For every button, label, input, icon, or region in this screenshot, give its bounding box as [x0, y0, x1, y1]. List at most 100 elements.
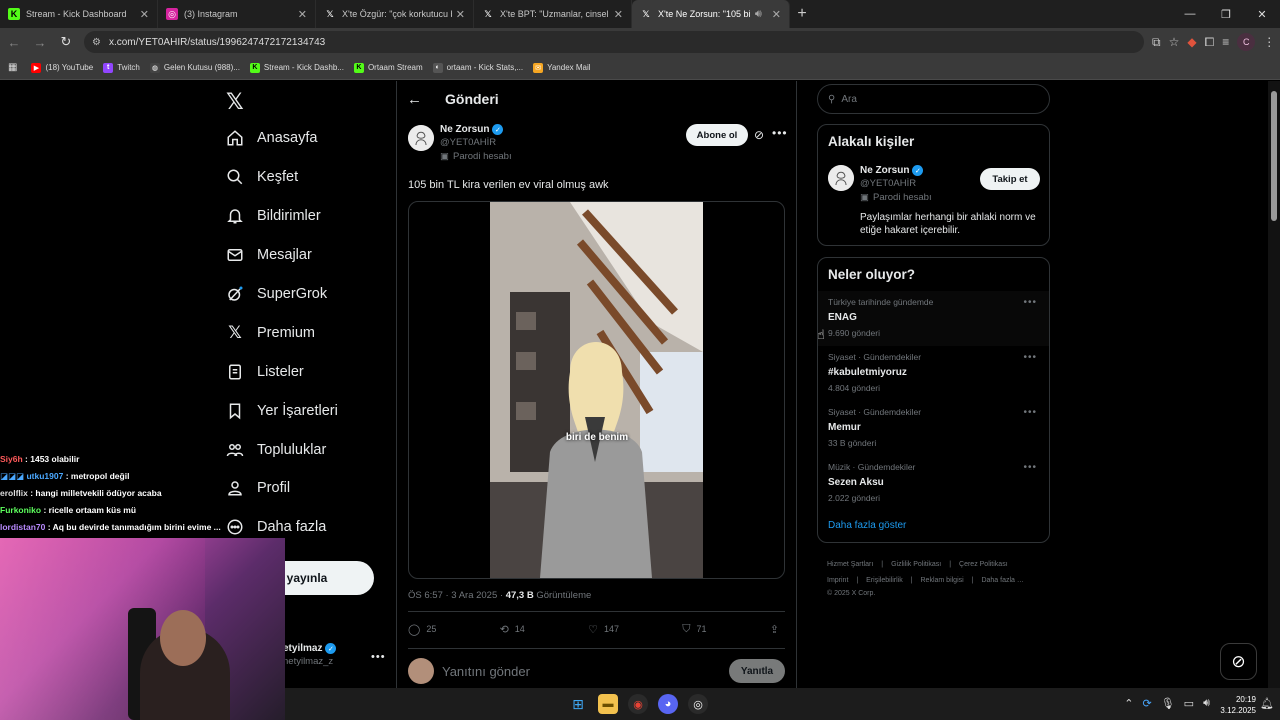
site-info-icon[interactable]: ⚙︎: [92, 37, 101, 48]
footer-link[interactable]: Çerez Politikası: [959, 561, 1008, 568]
media-control-icon[interactable]: ≡: [1222, 35, 1229, 49]
display-icon[interactable]: ▭: [1184, 697, 1194, 710]
trends-card: Neler oluyor? Türkiye tarihinde gündemde…: [817, 257, 1050, 543]
bookmark-button[interactable]: ⛉ 71: [682, 621, 706, 637]
related-name[interactable]: Ne Zorsun ✓: [860, 165, 932, 176]
nav-premium[interactable]: 𝕏 Premium: [222, 318, 315, 348]
avatar[interactable]: [828, 165, 854, 191]
more-icon[interactable]: •••: [772, 126, 788, 140]
avatar[interactable]: [408, 125, 434, 151]
close-icon[interactable]: ✕: [614, 8, 623, 21]
x-logo-icon[interactable]: 𝕏: [226, 89, 254, 117]
notification-bell-icon[interactable]: 🔔︎: [1260, 697, 1274, 710]
grok-icon[interactable]: ⊘: [754, 128, 764, 142]
bookmark-ortaam-stream[interactable]: K Ortaam Stream: [353, 62, 423, 73]
close-icon[interactable]: ✕: [298, 8, 307, 21]
like-button[interactable]: ♡ 147: [588, 621, 619, 637]
footer-link[interactable]: Hizmet Şartları: [827, 561, 873, 568]
bookmark-kick-stats[interactable]: ◐ ortaam - Kick Stats,...: [432, 62, 523, 73]
more-icon[interactable]: •••: [1023, 407, 1037, 418]
scrollbar[interactable]: [1268, 81, 1280, 688]
reply-submit-button[interactable]: Yanıtla: [729, 659, 785, 683]
share-button[interactable]: ⇪: [770, 621, 785, 637]
footer-link[interactable]: Daha fazla …: [981, 577, 1023, 584]
nav-home[interactable]: Anasayfa: [222, 123, 317, 153]
menu-icon[interactable]: ⋮: [1263, 35, 1275, 49]
nav-supergrok[interactable]: SuperGrok: [222, 279, 327, 309]
close-icon[interactable]: ✕: [772, 8, 781, 21]
forward-icon[interactable]: →: [28, 30, 52, 54]
nav-lists[interactable]: Listeler: [222, 357, 304, 387]
scrollbar-thumb[interactable]: [1271, 91, 1277, 221]
minimize-icon[interactable]: —: [1172, 0, 1208, 28]
extension-icon[interactable]: ◆: [1187, 35, 1196, 49]
subscribe-button[interactable]: Abone ol: [686, 124, 748, 146]
taskbar-clock[interactable]: 20:19 3.12.2025: [1220, 694, 1256, 716]
footer-link[interactable]: Gizlilik Politikası: [891, 561, 941, 568]
extensions-puzzle-icon[interactable]: ⧠: [1205, 35, 1215, 50]
reply-input[interactable]: Yanıtını gönder: [442, 664, 729, 679]
new-tab-button[interactable]: +: [790, 0, 814, 28]
search-input[interactable]: ⚲ Ara: [817, 84, 1050, 114]
tab-x-ozgur[interactable]: 𝕏 X'te Özgür: "çok korkutucu bö… ✕: [316, 0, 474, 28]
bookmark-kick-dashboard[interactable]: K Stream - Kick Dashb...: [249, 62, 344, 73]
bookmark-star-icon[interactable]: ☆: [1169, 35, 1180, 49]
close-window-icon[interactable]: ✕: [1244, 0, 1280, 28]
more-icon[interactable]: •••: [371, 651, 386, 663]
file-explorer-icon[interactable]: ▬: [598, 694, 618, 714]
windows-start-icon[interactable]: ⊞: [568, 694, 588, 714]
restore-icon[interactable]: ❐: [1208, 0, 1244, 28]
bookmark-youtube[interactable]: ▶ (18) YouTube: [31, 62, 93, 73]
close-icon[interactable]: ✕: [140, 8, 149, 21]
microphone-icon[interactable]: 🎙︎: [1161, 697, 1175, 710]
show-more-link[interactable]: Daha fazla göster: [828, 520, 906, 531]
post-author[interactable]: Ne Zorsun ✓ @YET0AHİR ▣ Parodi hesabı: [408, 124, 512, 162]
chevron-up-icon[interactable]: ⌃: [1124, 697, 1133, 710]
obs-icon[interactable]: ◎: [688, 694, 708, 714]
avatar[interactable]: C: [1237, 33, 1256, 51]
close-icon[interactable]: ✕: [456, 8, 465, 21]
reply-button[interactable]: ◯ 25: [408, 621, 436, 637]
bookmark-twitch[interactable]: t Twitch: [103, 62, 140, 73]
grok-chat-button[interactable]: ⊘: [1220, 643, 1257, 680]
speaker-icon[interactable]: 🔊︎: [755, 8, 762, 21]
more-icon[interactable]: •••: [1023, 297, 1037, 308]
volume-icon[interactable]: 🔊︎: [1203, 697, 1210, 710]
nav-bookmarks[interactable]: Yer İşaretleri: [222, 396, 338, 426]
reload-icon[interactable]: ↻: [54, 30, 78, 54]
tab-instagram[interactable]: ◎ (3) Instagram ✕: [158, 0, 316, 28]
footer-link[interactable]: Reklam bilgisi: [921, 577, 964, 584]
repost-button[interactable]: ⟲ 14: [500, 621, 525, 637]
trend-item[interactable]: Türkiye tarihinde gündemde ENAG 9.690 gö…: [818, 291, 1049, 346]
more-icon[interactable]: •••: [1023, 462, 1037, 473]
footer-link[interactable]: Imprint: [827, 577, 848, 584]
bookmark-yandex-mail[interactable]: ✉ Yandex Mail: [533, 62, 591, 73]
account-switcher[interactable]: etyilmaz ✓ netyilmaz_z •••: [283, 643, 388, 673]
sync-icon[interactable]: ⟳: [1142, 697, 1151, 710]
back-arrow-icon[interactable]: ←: [407, 91, 427, 108]
author-name[interactable]: Ne Zorsun ✓: [440, 124, 512, 135]
post-time[interactable]: ÖS 6:57 · 3 Ara 2025 ·: [408, 590, 506, 601]
back-icon[interactable]: ←: [2, 30, 26, 54]
nav-notifications[interactable]: Bildirimler: [222, 201, 321, 231]
nav-messages[interactable]: Mesajlar: [222, 240, 312, 270]
video-player[interactable]: biri de benim: [490, 202, 703, 578]
tab-kick-dashboard[interactable]: K Stream - Kick Dashboard ✕: [0, 0, 158, 28]
trend-item[interactable]: Müzik · Gündemdekiler Sezen Aksu 2.022 g…: [818, 456, 1049, 511]
post-media[interactable]: biri de benim: [408, 201, 785, 579]
bookmark-inbox[interactable]: ◍ Gelen Kutusu (988)...: [149, 62, 240, 73]
tab-x-ne-zorsun[interactable]: 𝕏 X'te Ne Zorsun: "105 bin TL… 🔊︎ ✕: [632, 0, 790, 28]
author-handle[interactable]: @YET0AHİR: [440, 137, 512, 148]
install-app-icon[interactable]: ⧉: [1152, 35, 1161, 50]
tab-x-bpt[interactable]: 𝕏 X'te BPT: "Uzmanlar, cinsel ilişk… ✕: [474, 0, 632, 28]
discord-icon[interactable]: ◕: [658, 694, 678, 714]
chrome-icon[interactable]: ◉: [628, 694, 648, 714]
apps-grid-icon[interactable]: ▦: [8, 62, 17, 73]
nav-explore[interactable]: Keşfet: [222, 162, 298, 192]
trend-item[interactable]: Siyaset · Gündemdekiler #kabuletmiyoruz …: [818, 346, 1049, 401]
url-input[interactable]: ⚙︎ x.com/YET0AHIR/status/199624747217213…: [84, 31, 1144, 53]
more-icon[interactable]: •••: [1023, 352, 1037, 363]
follow-button[interactable]: Takip et: [980, 168, 1040, 190]
footer-link[interactable]: Erişilebilirlik: [866, 577, 903, 584]
trend-item[interactable]: Siyaset · Gündemdekiler Memur 33 B gönde…: [818, 401, 1049, 456]
